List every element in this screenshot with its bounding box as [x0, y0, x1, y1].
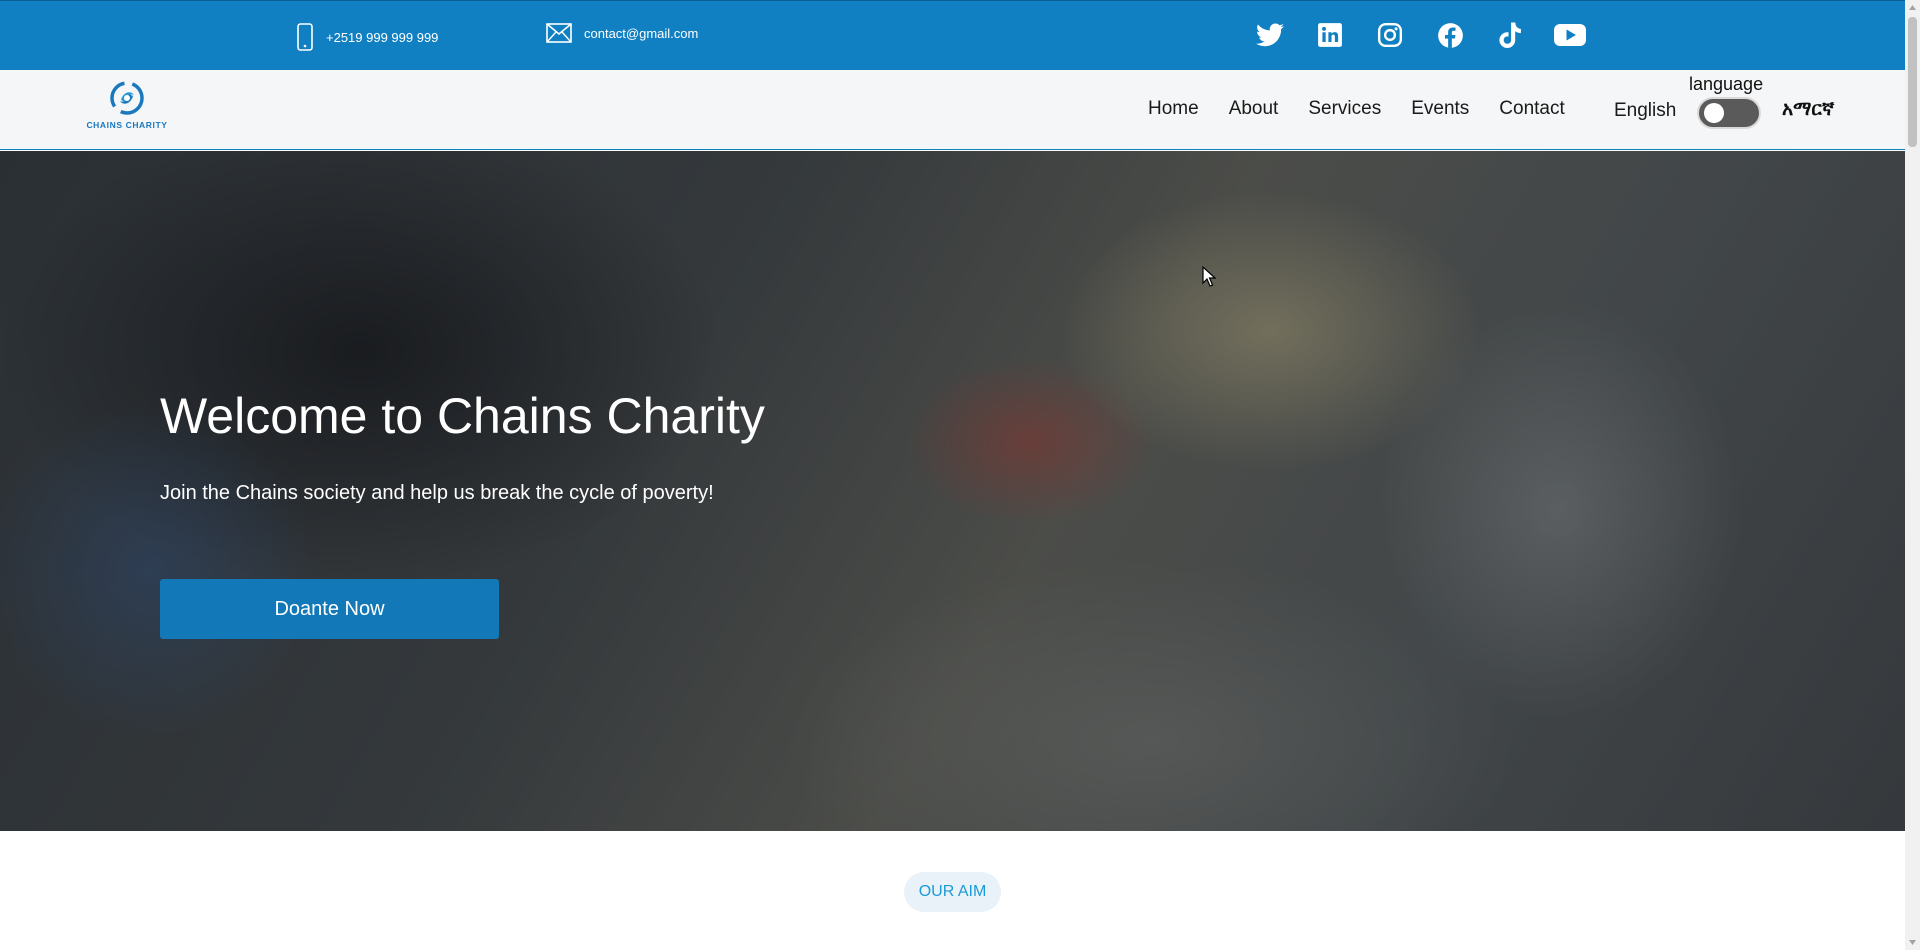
page-scrollbar[interactable] [1905, 0, 1920, 950]
phone-icon [296, 23, 314, 51]
social-links [1250, 19, 1590, 51]
nav-item-about[interactable]: About [1229, 98, 1279, 120]
hero-title: Welcome to Chains Charity [160, 388, 765, 444]
section-badge: OUR AIM [904, 872, 1001, 912]
language-amharic-label[interactable]: አማርኛ [1782, 98, 1834, 120]
phone-contact[interactable]: +2519 999 999 999 [296, 23, 438, 51]
donate-button[interactable]: Doante Now [160, 579, 499, 639]
instagram-icon[interactable] [1370, 19, 1410, 51]
language-english-label: English [1614, 100, 1677, 121]
hero-subtitle: Join the Chains society and help us brea… [160, 482, 714, 504]
hero-banner: Welcome to Chains Charity Join the Chain… [0, 151, 1905, 831]
nav-item-home[interactable]: Home [1148, 98, 1199, 120]
main-navbar: CHAINS CHARITY Home About Services Event… [0, 70, 1905, 150]
top-contact-bar: +2519 999 999 999 contact@gmail.com [0, 0, 1905, 70]
nav-item-contact[interactable]: Contact [1499, 98, 1564, 120]
toggle-knob [1704, 103, 1724, 123]
youtube-icon[interactable] [1550, 19, 1590, 51]
scrollbar-thumb[interactable] [1908, 17, 1917, 147]
logo-mark-icon [84, 78, 170, 118]
phone-number: +2519 999 999 999 [326, 29, 439, 45]
scroll-up-arrow-icon[interactable] [1905, 0, 1920, 15]
brand-name: CHAINS CHARITY [86, 120, 168, 130]
page: +2519 999 999 999 contact@gmail.com CHAI… [0, 0, 1905, 950]
nav-menu: Home About Services Events Contact [1148, 98, 1565, 120]
twitter-icon[interactable] [1250, 19, 1290, 51]
email-contact[interactable]: contact@gmail.com [546, 23, 698, 43]
mail-icon [546, 23, 572, 43]
language-caption: language [1689, 74, 1764, 94]
linkedin-icon[interactable] [1310, 19, 1350, 51]
nav-item-events[interactable]: Events [1411, 98, 1469, 120]
tiktok-icon[interactable] [1490, 19, 1530, 51]
mouse-cursor-icon [1202, 265, 1217, 293]
nav-item-services[interactable]: Services [1308, 98, 1381, 120]
language-toggle[interactable] [1697, 97, 1761, 129]
brand-logo[interactable]: CHAINS CHARITY [84, 78, 170, 140]
facebook-icon[interactable] [1430, 19, 1470, 51]
scroll-down-arrow-icon[interactable] [1905, 935, 1920, 950]
email-address: contact@gmail.com [584, 25, 699, 41]
